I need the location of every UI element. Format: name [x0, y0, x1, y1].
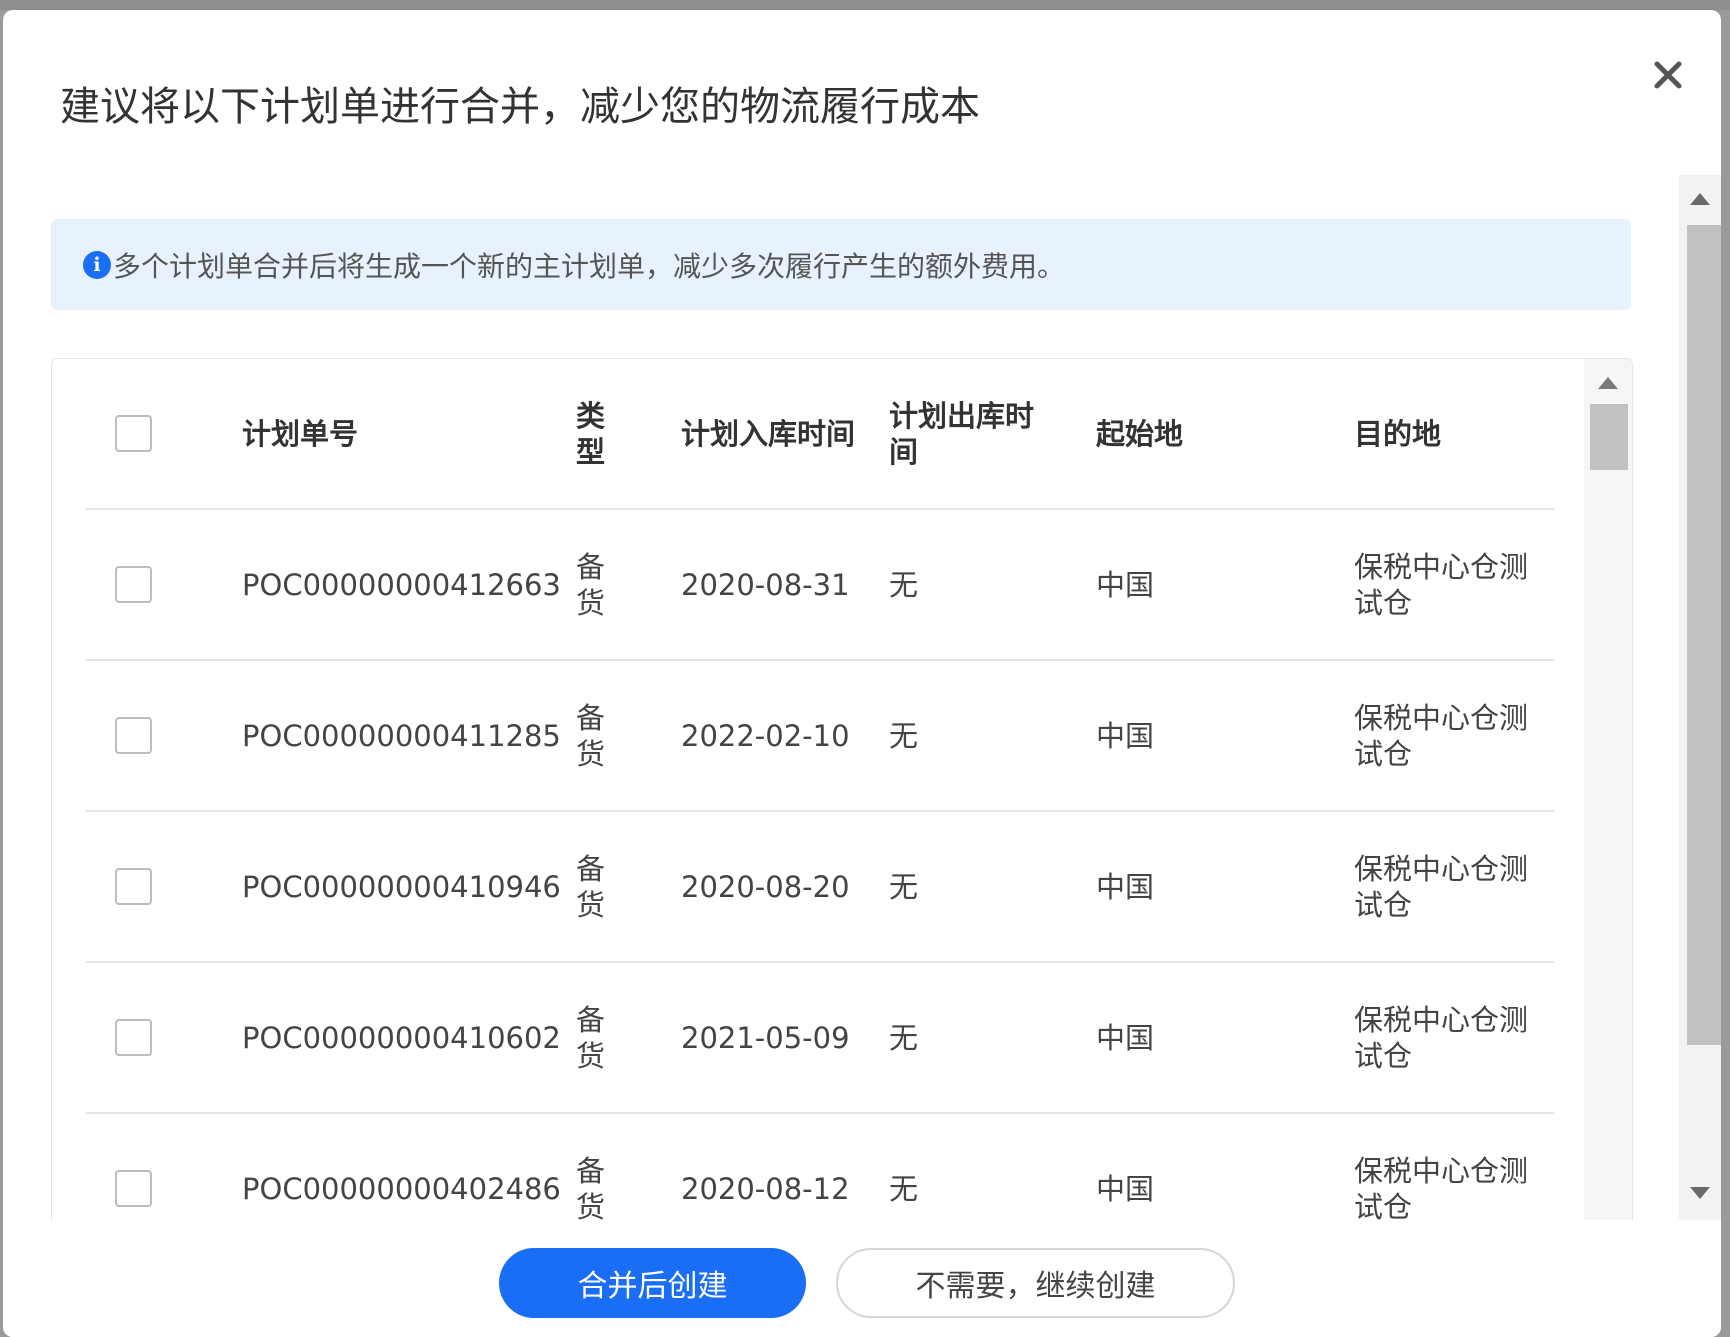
type-cell: 备货	[576, 549, 606, 620]
column-header-outbound-time: 计划出库时间	[889, 398, 1035, 469]
table-row: POC00000000410602 备货 2021-05-09 无 中国 保税中…	[86, 963, 1554, 1114]
row-checkbox[interactable]	[115, 717, 152, 754]
info-icon: i	[83, 250, 111, 279]
type-cell: 备货	[576, 851, 606, 922]
skip-merge-button[interactable]: 不需要，继续创建	[836, 1248, 1235, 1318]
table-scrollbar[interactable]	[1584, 359, 1632, 1221]
column-header-origin: 起始地	[1096, 416, 1184, 451]
info-banner: i 多个计划单合并后将生成一个新的主计划单，减少多次履行产生的额外费用。	[51, 219, 1631, 310]
row-checkbox[interactable]	[115, 1019, 152, 1056]
origin-cell: 中国	[1096, 1020, 1155, 1055]
inbound-time-cell: 2020-08-20	[681, 869, 850, 904]
dialog-footer: 合并后创建 不需要，继续创建	[3, 1220, 1721, 1337]
origin-cell: 中国	[1096, 718, 1155, 753]
type-cell: 备货	[576, 1002, 606, 1073]
table-row: POC00000000402486 备货 2020-08-12 无 中国 保税中…	[86, 1114, 1554, 1221]
origin-cell: 中国	[1096, 1171, 1155, 1206]
table-header-row: 计划单号 类型 计划入库时间 计划出库时间 起始地 目的地	[86, 359, 1554, 510]
destination-cell: 保税中心仓测试仓	[1354, 1002, 1529, 1073]
outbound-time-cell: 无	[889, 1171, 919, 1206]
scroll-up-arrow-icon[interactable]	[1598, 377, 1618, 389]
plan-no-cell: POC00000000411285	[242, 718, 561, 753]
table-row: POC00000000411285 备货 2022-02-10 无 中国 保税中…	[86, 661, 1554, 812]
row-checkbox[interactable]	[115, 868, 152, 905]
dialog-title: 建议将以下计划单进行合并，减少您的物流履行成本	[60, 84, 980, 130]
type-cell: 备货	[576, 1153, 606, 1222]
column-header-plan-no: 计划单号	[242, 416, 359, 451]
table-row: POC00000000410946 备货 2020-08-20 无 中国 保税中…	[86, 812, 1554, 963]
inbound-time-cell: 2020-08-12	[681, 1171, 850, 1206]
column-header-inbound-time: 计划入库时间	[681, 416, 856, 451]
info-banner-text: 多个计划单合并后将生成一个新的主计划单，减少多次履行产生的额外费用。	[113, 249, 1066, 283]
overlay-backdrop	[0, 0, 1730, 10]
type-cell: 备货	[576, 700, 606, 771]
inbound-time-cell: 2020-08-31	[681, 567, 850, 602]
origin-cell: 中国	[1096, 567, 1155, 602]
destination-cell: 保税中心仓测试仓	[1354, 1153, 1529, 1222]
outbound-time-cell: 无	[889, 1020, 919, 1055]
row-checkbox[interactable]	[115, 566, 152, 603]
select-all-checkbox[interactable]	[115, 415, 152, 452]
close-icon	[1654, 61, 1682, 89]
destination-cell: 保税中心仓测试仓	[1354, 549, 1529, 620]
dialog-scrollbar[interactable]	[1679, 175, 1721, 1220]
table-row: POC00000000412663 备货 2020-08-31 无 中国 保税中…	[86, 510, 1554, 661]
scroll-up-arrow-icon[interactable]	[1690, 193, 1710, 205]
destination-cell: 保税中心仓测试仓	[1354, 700, 1529, 771]
origin-cell: 中国	[1096, 869, 1155, 904]
column-header-destination: 目的地	[1354, 416, 1442, 451]
inbound-time-cell: 2022-02-10	[681, 718, 850, 753]
row-checkbox[interactable]	[115, 1170, 152, 1207]
outbound-time-cell: 无	[889, 869, 919, 904]
outbound-time-cell: 无	[889, 718, 919, 753]
plan-no-cell: POC00000000402486	[242, 1171, 561, 1206]
plan-table: 计划单号 类型 计划入库时间 计划出库时间 起始地 目的地 POC0000000…	[51, 358, 1633, 1221]
merge-suggestion-dialog: 建议将以下计划单进行合并，减少您的物流履行成本 i 多个计划单合并后将生成一个新…	[3, 10, 1721, 1337]
close-button[interactable]	[1643, 50, 1693, 100]
table-scrollbar-thumb[interactable]	[1590, 404, 1628, 470]
merge-create-button[interactable]: 合并后创建	[499, 1248, 806, 1318]
outbound-time-cell: 无	[889, 567, 919, 602]
plan-no-cell: POC00000000410946	[242, 869, 561, 904]
destination-cell: 保税中心仓测试仓	[1354, 851, 1529, 922]
plan-table-body: 计划单号 类型 计划入库时间 计划出库时间 起始地 目的地 POC0000000…	[86, 359, 1554, 1221]
dialog-scrollbar-thumb[interactable]	[1687, 225, 1721, 1045]
plan-no-cell: POC00000000410602	[242, 1020, 561, 1055]
plan-no-cell: POC00000000412663	[242, 567, 561, 602]
scroll-down-arrow-icon[interactable]	[1690, 1187, 1710, 1199]
inbound-time-cell: 2021-05-09	[681, 1020, 850, 1055]
column-header-type: 类型	[576, 398, 606, 469]
